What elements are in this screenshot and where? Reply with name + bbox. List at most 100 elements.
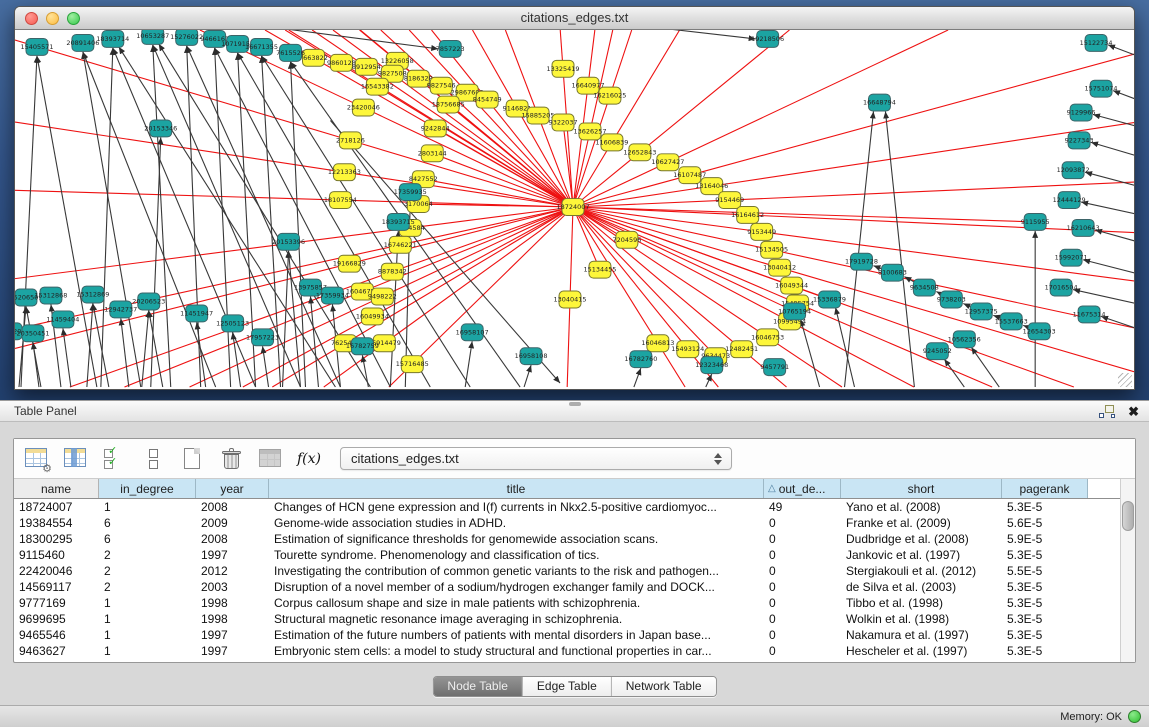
column-header-year[interactable]: year — [196, 479, 269, 498]
table-selector-dropdown[interactable]: citations_edges.txt — [340, 447, 732, 470]
table-cell[interactable]: 5.9E-5 — [1002, 532, 1088, 546]
graph-node[interactable]: 20891406 — [66, 34, 99, 51]
table-cell[interactable]: 5.3E-5 — [1002, 500, 1088, 514]
table-cell[interactable]: Genome-wide association studies in ADHD. — [269, 516, 764, 530]
graph-node[interactable]: 16746221 — [384, 236, 417, 253]
graph-node[interactable]: 8878342 — [378, 263, 407, 280]
tab-network-table[interactable]: Network Table — [612, 677, 716, 696]
graph-node[interactable]: 9634508 — [910, 279, 939, 296]
table-cell[interactable]: 2003 — [196, 580, 269, 594]
window-resize-grip[interactable] — [1118, 373, 1132, 387]
table-cell[interactable]: 9699695 — [14, 612, 99, 626]
table-cell[interactable]: de Silva et al. (2003) — [841, 580, 1002, 594]
graph-node[interactable]: 17919728 — [845, 253, 878, 270]
new-table-icon[interactable] — [180, 447, 206, 471]
table-cell[interactable]: 5.3E-5 — [1002, 628, 1088, 642]
table-cell[interactable]: Yano et al. (2008) — [841, 500, 1002, 514]
table-cell[interactable]: Tourette syndrome. Phenomenology and cla… — [269, 548, 764, 562]
graph-node[interactable]: 16210643 — [1067, 219, 1100, 236]
graph-node[interactable]: 17016504 — [1045, 279, 1078, 296]
table-cell[interactable]: Hescheler et al. (1997) — [841, 644, 1002, 658]
table-cell[interactable]: Embryonic stem cells: a model to study s… — [269, 644, 764, 658]
graph-node[interactable]: 2718126 — [336, 132, 365, 149]
table-row[interactable]: 2242004622012Investigating the contribut… — [14, 563, 1135, 579]
table-cell[interactable]: 5.3E-5 — [1002, 596, 1088, 610]
close-panel-icon[interactable]: ✖ — [1128, 405, 1139, 418]
table-cell[interactable]: Changes of HCN gene expression and I(f) … — [269, 500, 764, 514]
graph-node[interactable]: 19166829 — [333, 255, 366, 272]
graph-node[interactable]: 12093872 — [1057, 162, 1090, 179]
graph-node[interactable]: 7857223 — [436, 40, 465, 57]
graph-node[interactable]: 16648794 — [863, 94, 896, 111]
table-row[interactable]: 1830029562008Estimation of significance … — [14, 531, 1135, 547]
table-cell[interactable]: 6 — [99, 516, 196, 530]
graph-node[interactable]: 15992071 — [1055, 249, 1088, 266]
table-cell[interactable]: 18300295 — [14, 532, 99, 546]
table-cell[interactable]: 1998 — [196, 612, 269, 626]
table-cell[interactable]: Corpus callosum shape and size in male p… — [269, 596, 764, 610]
table-cell[interactable]: 1997 — [196, 548, 269, 562]
network-window-titlebar[interactable]: citations_edges.txt — [15, 7, 1134, 30]
graph-node[interactable]: 12213363 — [328, 164, 361, 181]
table-cell[interactable]: 5.3E-5 — [1002, 644, 1088, 658]
table-vertical-scrollbar[interactable] — [1120, 479, 1135, 662]
graph-node[interactable]: 18393714 — [96, 30, 129, 47]
table-cell[interactable]: 1997 — [196, 628, 269, 642]
table-cell[interactable]: 2 — [99, 564, 196, 578]
table-cell[interactable]: 5.5E-5 — [1002, 564, 1088, 578]
graph-node[interactable]: 13325419 — [547, 60, 580, 77]
table-row[interactable]: 911546021997Tourette syndrome. Phenomeno… — [14, 547, 1135, 563]
column-header-out_de[interactable]: △out_de... — [764, 479, 841, 498]
network-canvas[interactable]: 7663822986012889129541322605898275081654… — [15, 30, 1134, 389]
graph-node[interactable]: 12654303 — [1023, 323, 1056, 340]
graph-node[interactable]: 9498222 — [368, 288, 397, 305]
table-cell[interactable]: 0 — [764, 580, 841, 594]
zoom-button[interactable] — [67, 12, 80, 25]
tab-edge-table[interactable]: Edge Table — [523, 677, 612, 696]
graph-node[interactable]: 12444129 — [1053, 192, 1086, 209]
graph-node[interactable]: 9738203 — [937, 291, 966, 308]
table-cell[interactable]: 2008 — [196, 500, 269, 514]
table-cell[interactable]: 1 — [99, 612, 196, 626]
graph-node[interactable]: 10653287 — [136, 30, 169, 44]
table-row[interactable]: 1456911722003Disruption of a novel membe… — [14, 579, 1135, 595]
table-cell[interactable]: 2012 — [196, 564, 269, 578]
graph-node[interactable]: 18107554 — [324, 192, 357, 209]
graph-node[interactable]: 12505123 — [216, 315, 249, 332]
merge-tables-icon[interactable] — [141, 447, 167, 471]
graph-node[interactable]: 13040412 — [763, 259, 796, 276]
table-cell[interactable]: 5.6E-5 — [1002, 516, 1088, 530]
graph-node[interactable]: 8912954 — [352, 58, 381, 75]
table-cell[interactable]: 5.3E-5 — [1002, 612, 1088, 626]
table-cell[interactable]: Dudbridge et al. (2008) — [841, 532, 1002, 546]
table-cell[interactable]: 1 — [99, 500, 196, 514]
show-columns-icon[interactable] — [63, 447, 89, 471]
graph-node[interactable]: 16958107 — [456, 324, 489, 341]
table-cell[interactable]: 5.3E-5 — [1002, 580, 1088, 594]
graph-node[interactable]: 9154469 — [715, 192, 744, 209]
graph-node[interactable]: 16046753 — [751, 329, 784, 346]
table-cell[interactable]: 9465546 — [14, 628, 99, 642]
table-cell[interactable]: 9463627 — [14, 644, 99, 658]
graph-node[interactable]: 7615526 — [276, 44, 305, 61]
graph-node[interactable]: 16782760 — [624, 351, 657, 368]
table-cell[interactable]: 0 — [764, 532, 841, 546]
table-cell[interactable]: 14569117 — [14, 580, 99, 594]
table-cell[interactable]: Investigating the contribution of common… — [269, 564, 764, 578]
table-cell[interactable]: 49 — [764, 500, 841, 514]
graph-node[interactable]: 17957223 — [246, 329, 279, 346]
graph-node[interactable]: 8454749 — [473, 91, 502, 108]
graph-node[interactable]: 10562356 — [948, 331, 981, 348]
table-row[interactable]: 1872400712008Changes of HCN gene express… — [14, 499, 1135, 515]
table-cell[interactable]: 1 — [99, 596, 196, 610]
graph-node[interactable]: 9242844 — [421, 120, 450, 137]
table-cell[interactable]: 9777169 — [14, 596, 99, 610]
graph-node[interactable]: 9153449 — [747, 223, 776, 240]
table-row[interactable]: 946362711997Embryonic stem cells: a mode… — [14, 643, 1135, 659]
function-builder-icon[interactable]: f(x) — [297, 447, 321, 471]
table-cell[interactable]: 2 — [99, 548, 196, 562]
graph-node[interactable]: 9457791 — [760, 359, 789, 376]
column-header-name[interactable]: name — [14, 479, 99, 498]
table-cell[interactable]: 1998 — [196, 596, 269, 610]
column-header-pagerank[interactable]: pagerank — [1002, 479, 1088, 498]
